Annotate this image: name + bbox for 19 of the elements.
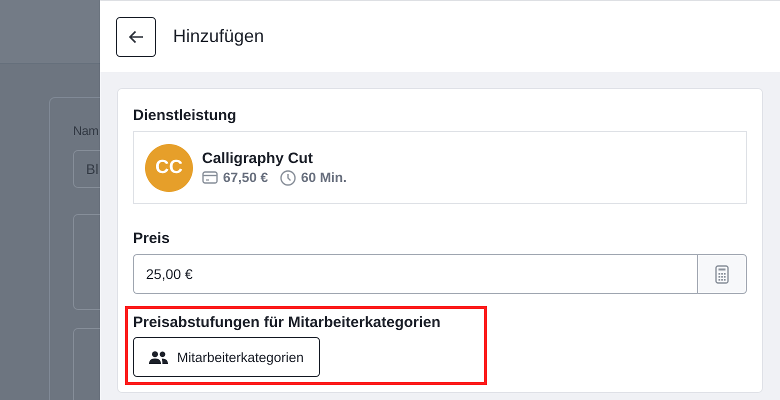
field-label: Preis (133, 230, 171, 247)
clock-icon (280, 170, 296, 186)
card-icon (202, 171, 218, 184)
price-field[interactable]: 25,00 € (133, 254, 697, 294)
service-avatar: CC (145, 144, 193, 192)
back-button[interactable] (116, 16, 156, 56)
section-label: Preisabstufungen für Mitarbeiterkategorien (133, 314, 442, 331)
staff-categories-button[interactable]: Mitarbeiterkategorien (133, 337, 320, 377)
field-label: Nam (73, 124, 98, 138)
calculator-button[interactable] (697, 254, 747, 294)
field-label: Dienstleistung (133, 107, 238, 124)
service-name: Calligraphy Cut (202, 150, 314, 166)
calculator-icon (715, 264, 729, 284)
service-price: 67,50 € (223, 170, 268, 185)
people-icon (149, 350, 168, 364)
back-arrow-icon (128, 30, 144, 44)
service-duration: 60 Min. (301, 170, 347, 185)
service-card[interactable]: CC Calligraphy Cut 67,50 € 60 Min. (133, 131, 747, 204)
panel-title: Hinzufügen (173, 26, 264, 47)
